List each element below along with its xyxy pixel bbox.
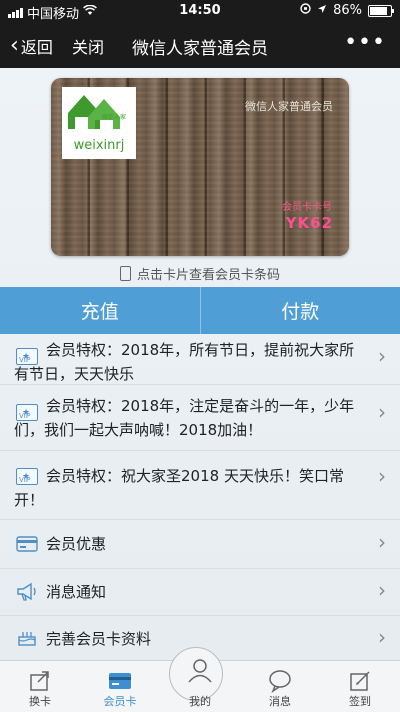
logo-text: weixinrj (62, 138, 136, 153)
tab-label: 会员卡 (80, 693, 160, 709)
battery-percent: 86% (333, 3, 362, 18)
vip-icon: ★VIP (16, 468, 38, 485)
tab-member-card[interactable]: 会员卡 (80, 661, 160, 712)
tab-mine[interactable]: 我的 (160, 661, 240, 712)
megaphone-icon (16, 582, 38, 609)
card-name: 微信人家普通会员 (245, 98, 333, 114)
list-item-text: 会员特权：祝大家圣2018 天天快乐！笑口常开！ (0, 451, 400, 512)
card-hint[interactable]: 点击卡片查看会员卡条码 (0, 264, 400, 283)
tab-bar: 换卡 会员卡 我的 消息 签到 (0, 660, 400, 712)
brand-logo: 微信人家 weixinrj (62, 87, 136, 159)
page-title: 微信人家普通会员 (0, 34, 400, 59)
message-icon (268, 669, 292, 693)
list-item-notification[interactable]: 消息通知 › (0, 569, 400, 616)
chevron-right-icon: › (378, 578, 386, 602)
list-item-text: 会员优惠 (0, 520, 400, 556)
tab-label: 我的 (160, 693, 240, 709)
card-number-label: 会员卡卡号 (282, 198, 332, 213)
switch-card-icon (28, 669, 52, 693)
nav-bar: ‹ 返回 关闭 微信人家普通会员 ••• (0, 22, 400, 68)
tab-switch-card[interactable]: 换卡 (0, 661, 80, 712)
status-bar: 中国移动 14:50 86% (0, 0, 400, 22)
list-item-privilege-2[interactable]: ★VIP 会员特权：2018年，注定是奋斗的一年，少年们，我们一起大声呐喊！20… (0, 385, 400, 451)
tab-label: 换卡 (0, 693, 80, 709)
pay-button[interactable]: 付款 (201, 287, 400, 334)
list-item-privilege-1[interactable]: ★VIP 会员特权：2018年，所有节日，提前祝大家所有节日，天天快乐 › (0, 334, 400, 385)
battery-icon (368, 5, 392, 17)
status-right: 86% (300, 3, 392, 18)
cake-icon (16, 627, 38, 654)
phone-icon (120, 266, 131, 281)
chevron-right-icon: › (378, 344, 386, 368)
tab-messages[interactable]: 消息 (240, 661, 320, 712)
list-item-text: 完善会员卡资料 (0, 616, 400, 651)
rotation-lock-icon (300, 3, 311, 18)
user-icon (187, 657, 213, 683)
recharge-button[interactable]: 充值 (0, 287, 200, 334)
menu-list: ★VIP 会员特权：2018年，所有节日，提前祝大家所有节日，天天快乐 › ★V… (0, 334, 400, 656)
tab-label: 消息 (240, 693, 320, 709)
page-content: 微信人家 weixinrj 微信人家普通会员 会员卡卡号 YK62 点击卡片查看… (0, 68, 400, 660)
tab-checkin[interactable]: 签到 (320, 661, 400, 712)
chevron-right-icon: › (378, 530, 386, 554)
list-item-discount[interactable]: 会员优惠 › (0, 520, 400, 569)
tab-label: 签到 (320, 693, 400, 709)
vip-icon: ★VIP (16, 348, 38, 365)
chevron-right-icon: › (378, 625, 386, 649)
checkin-icon (348, 669, 372, 693)
list-item-text: 会员特权：2018年，注定是奋斗的一年，少年们，我们一起大声呐喊！2018加油！ (0, 385, 400, 442)
more-button[interactable]: ••• (344, 30, 386, 55)
card-number: YK62 (286, 214, 333, 232)
chevron-right-icon: › (378, 464, 386, 488)
chevron-right-icon: › (378, 400, 386, 424)
action-bar: 充值 付款 (0, 287, 400, 334)
logo-small-text: 微信人家 (102, 112, 126, 121)
hint-text: 点击卡片查看会员卡条码 (137, 264, 280, 283)
member-card[interactable]: 微信人家 weixinrj 微信人家普通会员 会员卡卡号 YK62 (51, 78, 349, 256)
card-icon (16, 535, 38, 559)
location-icon (317, 3, 327, 18)
list-item-text: 消息通知 (0, 569, 400, 604)
list-item-text: 会员特权：2018年，所有节日，提前祝大家所有节日，天天快乐 (0, 334, 400, 386)
list-item-privilege-3[interactable]: ★VIP 会员特权：祝大家圣2018 天天快乐！笑口常开！ › (0, 451, 400, 520)
vip-icon: ★VIP (16, 404, 38, 421)
member-card-icon (108, 669, 132, 693)
